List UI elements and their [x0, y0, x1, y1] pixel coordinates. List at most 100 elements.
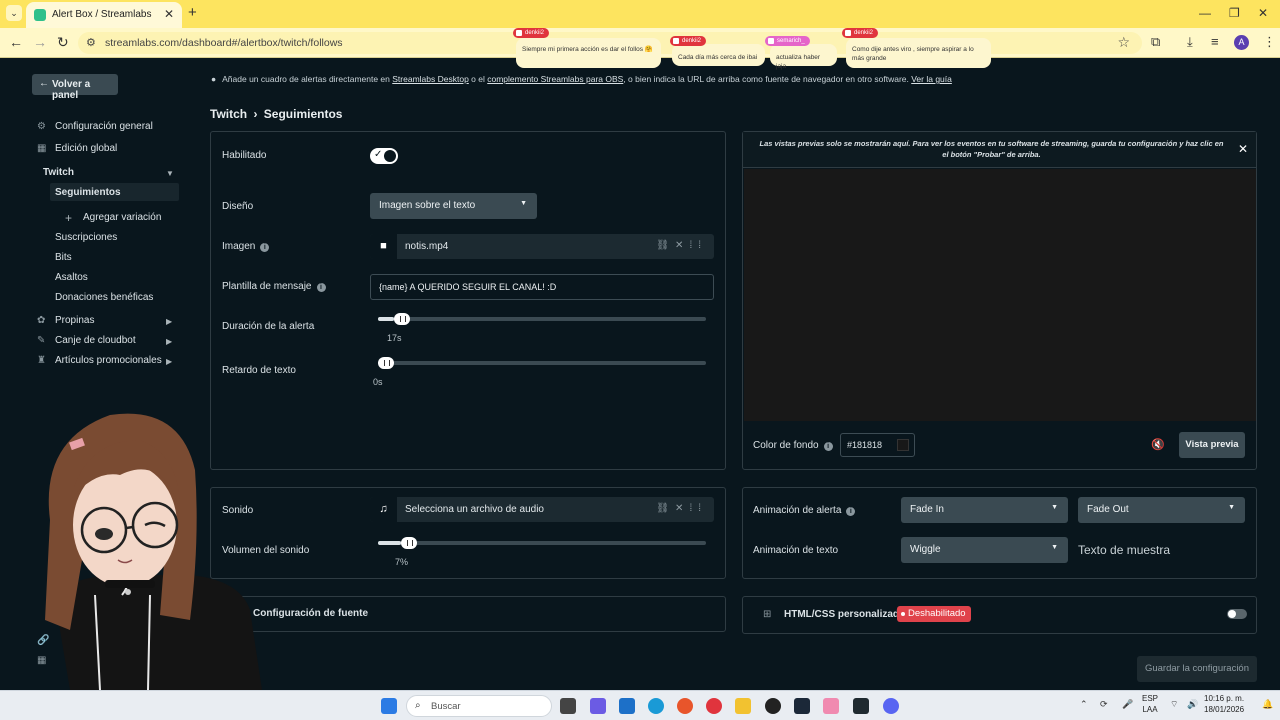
sidebar-item-cloudbot[interactable]: Canje de cloudbot [55, 335, 136, 346]
mute-icon[interactable]: 🔇 [1151, 438, 1165, 451]
close-window-icon[interactable]: ✕ [1258, 6, 1268, 20]
sound-file-field[interactable]: ♫ Selecciona un archivo de audio ⛓✕⁞⁞ [370, 497, 714, 522]
tab-close-icon[interactable]: ✕ [164, 7, 174, 21]
taskbar-search[interactable]: ⌕ Buscar [406, 695, 552, 717]
add-variation-link[interactable]: Agregar variación [83, 212, 161, 223]
volume-icon[interactable]: 🔊 [1187, 699, 1198, 710]
menu-dots-icon[interactable]: ⋮ [1263, 34, 1276, 50]
preview-button[interactable]: Vista previa [1179, 432, 1245, 458]
save-settings-button[interactable]: Guardar la configuración [1137, 656, 1257, 682]
reload-icon[interactable]: ↻ [57, 34, 69, 51]
mic-icon[interactable]: 🎤 [1122, 699, 1133, 710]
tab-list-button[interactable]: ⌄ [6, 5, 22, 21]
remove-icon[interactable]: ✕ [675, 503, 689, 514]
streamlabs-desktop-link[interactable]: Streamlabs Desktop [392, 74, 469, 84]
animation-in-select[interactable]: Fade In ▼ [901, 497, 1068, 523]
sample-text: Texto de muestra [1078, 543, 1171, 557]
back-arrow-icon[interactable]: ← [9, 34, 23, 50]
sidebar-item-bits[interactable]: Bits [55, 252, 72, 263]
chrome-icon[interactable] [706, 698, 722, 714]
sidebar-item-raids[interactable]: Asaltos [55, 272, 88, 283]
info-icon[interactable]: i [823, 442, 833, 451]
restore-icon[interactable]: ❐ [1229, 6, 1240, 20]
sidebar-item-subs[interactable]: Suscripciones [55, 232, 117, 243]
new-tab-button[interactable]: + [188, 4, 197, 21]
layout-select[interactable]: Imagen sobre el texto ▼ [370, 193, 537, 219]
minimize-icon[interactable]: — [1199, 6, 1211, 20]
bookmark-star-icon[interactable]: ☆ [1117, 34, 1130, 51]
duration-slider[interactable] [378, 313, 706, 325]
media-list-icon[interactable]: ≡ [1211, 34, 1219, 49]
font-settings-label[interactable]: Configuración de fuente [253, 608, 368, 619]
info-icon[interactable]: i [846, 507, 856, 516]
obs-plugin-link[interactable]: complemento Streamlabs para OBS [487, 74, 623, 84]
integration-notice: ● Añade un cuadro de alertas directamente… [211, 74, 952, 84]
expand-plus-icon[interactable]: ⊞ [763, 609, 771, 620]
info-icon[interactable]: i [260, 243, 270, 252]
text-delay-slider[interactable] [378, 357, 706, 369]
remove-icon[interactable]: ✕ [675, 240, 689, 251]
chevron-right-icon[interactable]: ▶ [166, 337, 172, 346]
bg-color-input[interactable]: #181818 [840, 433, 915, 457]
firefox-icon[interactable] [677, 698, 693, 714]
downloads-icon[interactable]: ⤓ [1187, 34, 1193, 50]
task-view-icon[interactable] [560, 698, 576, 714]
chevron-down-icon[interactable]: ▼ [166, 169, 174, 178]
link-icon[interactable]: ⛓ [656, 240, 675, 251]
chat-username: denkii2 [513, 28, 550, 38]
forward-arrow-icon[interactable]: → [33, 34, 47, 50]
browser-tab[interactable]: Alert Box / Streamlabs ✕ [26, 2, 182, 28]
guide-link[interactable]: Ver la guía [911, 74, 952, 84]
animation-out-select[interactable]: Fade Out ▼ [1078, 497, 1245, 523]
slider-thumb[interactable] [394, 313, 411, 325]
text-animation-select[interactable]: Wiggle ▼ [901, 537, 1068, 563]
chevron-right-icon[interactable]: ▶ [166, 317, 172, 326]
store-icon[interactable] [619, 698, 635, 714]
chat-message: Siempre mi primera acción es dar el foll… [522, 46, 653, 53]
steam-icon[interactable] [794, 698, 810, 714]
chevron-right-icon[interactable]: ▶ [166, 357, 172, 366]
discord-icon[interactable] [883, 698, 899, 714]
app-icon[interactable] [823, 698, 839, 714]
notification-icon[interactable]: 🔔 [1262, 699, 1273, 710]
obs-icon[interactable] [765, 698, 781, 714]
custom-html-label[interactable]: HTML/CSS personalizado [784, 609, 905, 620]
back-to-dashboard-button[interactable]: ← Volver a panel [32, 74, 118, 101]
sidebar-item-general[interactable]: Configuración general [55, 121, 153, 132]
message-template-input[interactable]: {name} A QUERIDO SEGUIR EL CANAL! :D [370, 274, 714, 300]
gallery-icon[interactable]: ⁞⁞ [689, 503, 707, 514]
sidebar-item-tips[interactable]: Propinas [55, 315, 94, 326]
clock[interactable]: 10:16 p. m. 18/01/2026 [1204, 694, 1244, 716]
close-icon[interactable]: ✕ [1238, 142, 1248, 156]
extensions-icon[interactable]: ⧉ [1151, 34, 1160, 50]
copilot-icon[interactable] [590, 698, 606, 714]
slider-thumb[interactable] [378, 357, 394, 369]
gallery-icon[interactable]: ⁞⁞ [689, 240, 707, 251]
slider-thumb[interactable] [400, 537, 417, 549]
volume-slider[interactable] [378, 537, 706, 549]
sync-icon[interactable]: ⟳ [1100, 699, 1108, 710]
grid-icon: ▦ [37, 143, 47, 154]
site-info-icon[interactable]: ⚙ [86, 36, 96, 49]
wifi-icon[interactable]: ⌔ [1170, 699, 1178, 710]
image-file-field[interactable]: ■ notis.mp4 ⛓✕⁞⁞ [370, 234, 714, 259]
sidebar-item-charity[interactable]: Donaciones benéficas [55, 292, 153, 303]
tray-chevron-icon[interactable]: ⌃ [1080, 699, 1088, 710]
language-indicator[interactable]: ESP LAA [1142, 694, 1158, 716]
info-icon[interactable]: i [316, 283, 326, 292]
streamlabs-icon[interactable] [853, 698, 869, 714]
dropdown-arrow-icon: ▼ [1051, 504, 1058, 511]
profile-avatar[interactable]: A [1234, 35, 1249, 50]
link-icon[interactable]: ⛓ [656, 503, 675, 514]
start-icon[interactable] [381, 698, 397, 714]
custom-html-toggle[interactable] [1227, 609, 1247, 619]
sidebar-item-twitch[interactable]: Twitch [43, 167, 74, 178]
color-swatch[interactable] [897, 439, 909, 451]
sidebar-item-follows[interactable]: Seguimientos [55, 187, 121, 198]
sidebar-item-global[interactable]: Edición global [55, 143, 117, 154]
breadcrumb-parent[interactable]: Twitch [210, 107, 247, 121]
explorer-icon[interactable] [735, 698, 751, 714]
sidebar-item-merch[interactable]: Artículos promocionales [55, 355, 162, 366]
edge-icon[interactable] [648, 698, 664, 714]
enabled-toggle[interactable]: ✓ [370, 148, 398, 164]
